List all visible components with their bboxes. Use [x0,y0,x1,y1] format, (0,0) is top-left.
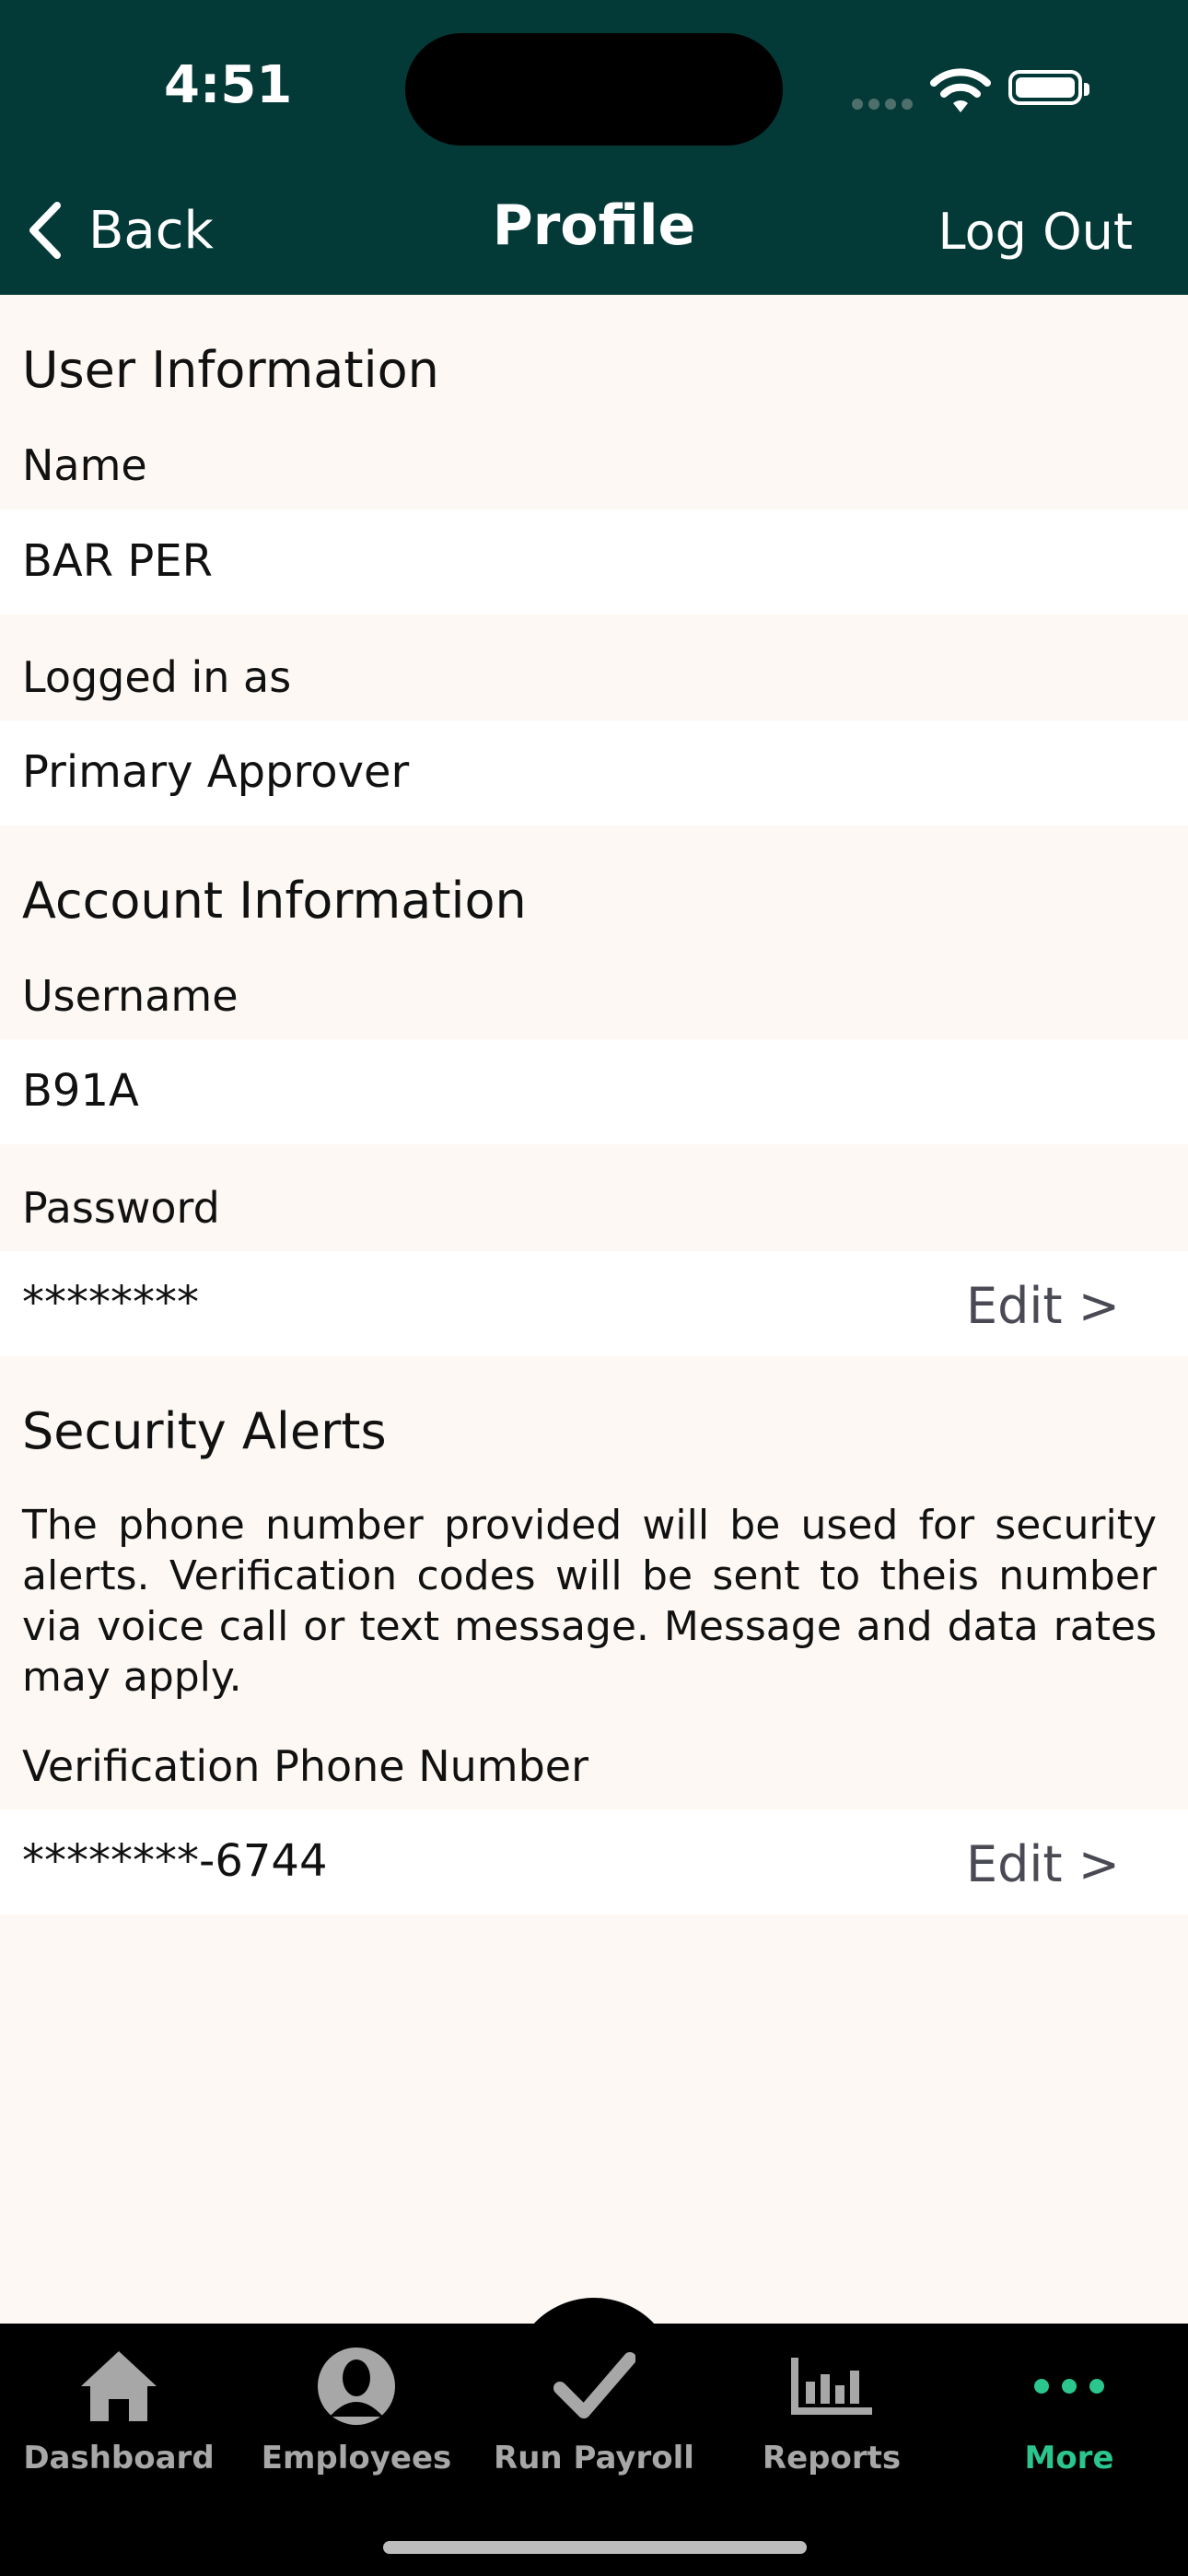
password-label: Password [22,1183,220,1233]
checkmark-icon [553,2352,635,2418]
more-icon [1034,2379,1104,2394]
role-value: Primary Approver [22,746,410,798]
name-row: BAR PER [0,509,1188,615]
name-label: Name [22,440,147,490]
phone-edit-button[interactable]: Edit > [966,1835,1120,1893]
password-value: ******** [22,1277,199,1329]
person-icon [318,2348,395,2425]
security-alerts-heading: Security Alerts [22,1402,387,1460]
username-value: B91A [22,1065,139,1117]
tab-run-payroll[interactable]: Run Payroll [475,2340,713,2476]
cellular-signal-icon [852,96,918,113]
tab-reports-label: Reports [762,2440,902,2476]
phone-row[interactable]: ********-6744 Edit > [0,1809,1188,1914]
tab-run-payroll-label: Run Payroll [494,2440,694,2476]
password-row[interactable]: ******** Edit > [0,1251,1188,1356]
home-icon [81,2351,157,2421]
tab-employees-label: Employees [261,2440,452,2476]
logout-button[interactable]: Log Out [938,203,1133,261]
name-value: BAR PER [22,535,213,587]
username-row: B91A [0,1039,1188,1144]
tab-more-label: More [1024,2440,1114,2476]
username-label: Username [22,971,239,1021]
home-indicator[interactable] [383,2541,807,2554]
tab-employees[interactable]: Employees [238,2340,475,2476]
tab-more[interactable]: More [950,2340,1188,2476]
security-description: The phone number provided will be used f… [22,1502,1157,1701]
header: 4:51 Back Profile Log Out [0,0,1188,295]
bar-chart-icon [791,2358,872,2415]
wifi-icon [930,68,991,112]
phone-value: ********-6744 [22,1835,328,1887]
dynamic-island [405,33,783,146]
verification-phone-label: Verification Phone Number [22,1741,588,1791]
role-row: Primary Approver [0,720,1188,825]
tab-dashboard[interactable]: Dashboard [0,2340,238,2476]
tab-reports[interactable]: Reports [713,2340,950,2476]
tab-dashboard-label: Dashboard [23,2440,215,2476]
status-time: 4:51 [164,55,293,115]
logged-in-as-label: Logged in as [22,652,292,702]
battery-icon [1008,70,1089,105]
password-edit-button[interactable]: Edit > [966,1277,1120,1335]
user-info-heading: User Information [22,341,439,399]
account-info-heading: Account Information [22,872,527,930]
